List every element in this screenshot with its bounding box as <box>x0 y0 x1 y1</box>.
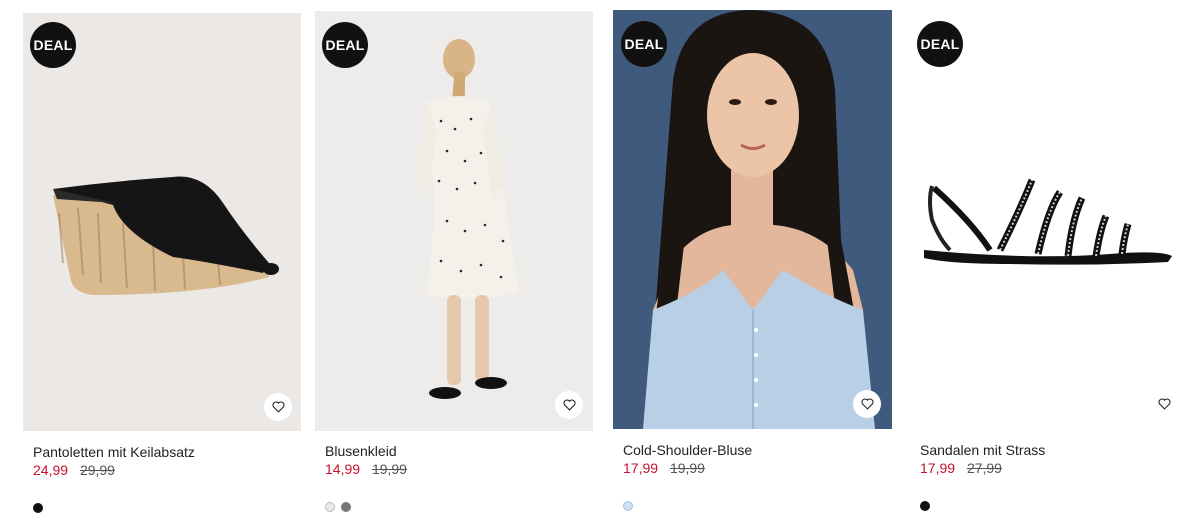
sale-price: 17,99 <box>623 460 659 476</box>
sale-price: 17,99 <box>920 460 956 476</box>
blouse-model-product-image[interactable]: DEAL <box>613 10 892 429</box>
product-card-3[interactable]: DEAL Cold-Shoulder-Bluse 17,99 19,99 <box>600 0 900 526</box>
sandal-icon <box>924 178 1172 265</box>
heart-icon <box>563 399 575 411</box>
color-swatches <box>33 503 43 513</box>
sandal-product-image[interactable]: DEAL <box>910 10 1188 430</box>
sale-price: 24,99 <box>33 462 69 478</box>
deal-badge: DEAL <box>621 21 667 67</box>
product-prices: 14,99 19,99 <box>325 461 407 477</box>
favorite-button[interactable] <box>555 391 583 419</box>
wedge-mule-icon <box>53 176 279 295</box>
heart-icon <box>1158 398 1170 410</box>
color-swatch[interactable] <box>623 501 633 511</box>
deal-badge: DEAL <box>322 22 368 68</box>
product-name[interactable]: Sandalen mit Strass <box>920 442 1045 458</box>
product-name[interactable]: Pantoletten mit Keilabsatz <box>33 444 195 460</box>
favorite-button[interactable] <box>1150 390 1178 418</box>
product-name[interactable]: Cold-Shoulder-Bluse <box>623 442 752 458</box>
color-swatch[interactable] <box>33 503 43 513</box>
color-swatch[interactable] <box>920 501 930 511</box>
product-prices: 17,99 27,99 <box>920 460 1002 476</box>
product-card-4[interactable]: DEAL Sandalen mit Strass 17,99 27,99 <box>900 0 1200 526</box>
dress-model-icon <box>415 39 519 399</box>
original-price: 27,99 <box>966 460 1002 476</box>
dress-model-product-image[interactable]: DEAL <box>315 11 593 431</box>
deal-badge: DEAL <box>30 22 76 68</box>
color-swatches <box>920 501 930 511</box>
product-prices: 24,99 29,99 <box>33 462 115 478</box>
color-swatch[interactable] <box>325 502 335 512</box>
original-price: 29,99 <box>79 462 115 478</box>
product-card-2[interactable]: DEAL Blusenkleid 14,99 19,99 <box>300 0 600 526</box>
color-swatch[interactable] <box>341 502 351 512</box>
sale-price: 14,99 <box>325 461 361 477</box>
product-card-1[interactable]: DEAL Pantoletten mit Keilabsatz 24,99 29… <box>0 0 301 526</box>
color-swatches <box>325 502 351 512</box>
heart-icon <box>861 398 873 410</box>
original-price: 19,99 <box>669 460 705 476</box>
product-name[interactable]: Blusenkleid <box>325 443 397 459</box>
heart-icon <box>272 401 284 413</box>
favorite-button[interactable] <box>264 393 292 421</box>
blouse-model-icon <box>643 10 875 429</box>
product-prices: 17,99 19,99 <box>623 460 705 476</box>
wedge-mule-product-image[interactable]: DEAL <box>23 13 301 431</box>
original-price: 19,99 <box>371 461 407 477</box>
deal-badge: DEAL <box>917 21 963 67</box>
favorite-button[interactable] <box>853 390 881 418</box>
color-swatches <box>623 501 633 511</box>
